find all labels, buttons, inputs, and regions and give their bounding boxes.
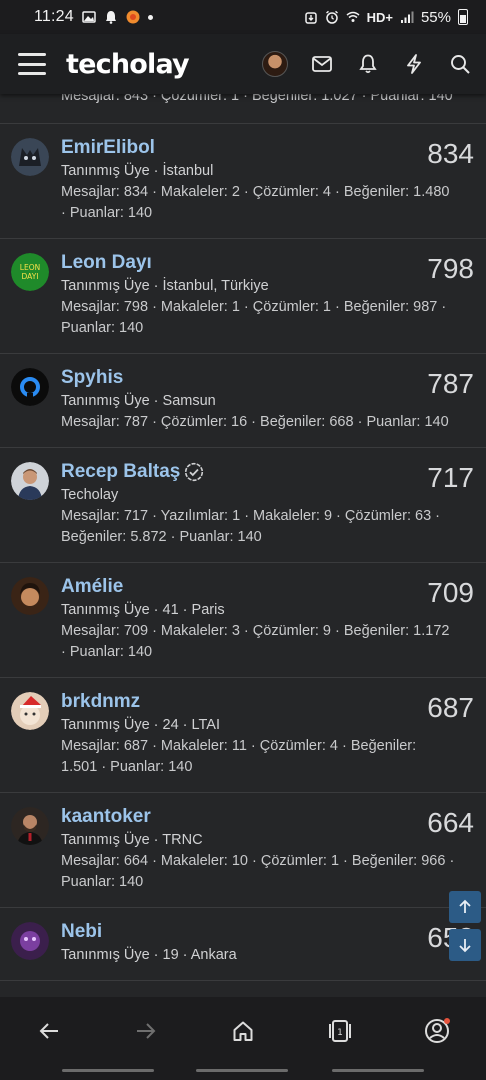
wifi-icon [346, 11, 360, 22]
member-score: 717 [427, 462, 474, 493]
member-avatar[interactable] [11, 138, 49, 176]
member-list[interactable]: Mesajlar: 843 · Çözümler: 1 · Beğeniler:… [0, 94, 486, 997]
member-name[interactable]: kaantoker [61, 805, 474, 829]
verified-badge-icon [185, 462, 204, 482]
app-header: techolay [0, 34, 486, 94]
member-row[interactable]: Amélie 709 Tanınmış Üye · 41 · Paris Mes… [0, 563, 486, 678]
svg-text:LEON: LEON [20, 263, 40, 272]
member-meta: Tanınmış Üye · 24 · LTAI [61, 717, 221, 733]
back-arrow-icon [39, 1023, 58, 1039]
svg-text:1: 1 [337, 1028, 343, 1038]
site-logo[interactable]: techolay [66, 49, 190, 80]
member-meta: Tanınmış Üye · 19 · Ankara [61, 947, 237, 963]
member-row[interactable]: EmirElibol 834 Tanınmış Üye · İstanbul M… [0, 124, 486, 239]
member-avatar[interactable]: LEON DAYI [11, 253, 49, 291]
alarm-icon [325, 10, 338, 24]
member-avatar[interactable] [11, 922, 49, 960]
status-time: 11:24 [34, 8, 74, 25]
tabs-button[interactable]: 1 [316, 1017, 364, 1045]
member-avatar[interactable] [11, 577, 49, 615]
member-score: 834 [427, 138, 474, 169]
signal-icon [400, 11, 414, 23]
arrow-up-icon [459, 899, 471, 913]
alerts-bell-icon[interactable] [356, 52, 380, 76]
member-avatar[interactable] [11, 462, 49, 500]
svg-text:DAYI: DAYI [22, 272, 39, 281]
forward-arrow-icon [136, 1023, 156, 1039]
member-meta: Tanınmış Üye · İstanbul [61, 163, 214, 179]
gesture-handle-left [62, 1069, 154, 1072]
member-meta: Tanınmış Üye · Samsun [61, 393, 216, 409]
member-avatar[interactable] [11, 368, 49, 406]
member-score: 687 [427, 692, 474, 723]
forward-button[interactable] [122, 1017, 170, 1045]
arrow-down-icon [459, 939, 471, 953]
whats-new-bolt-icon[interactable] [402, 52, 426, 76]
member-meta: Techolay [61, 487, 119, 503]
member-stats: Mesajlar: 664 · Makaleler: 10 · Çözümler… [61, 853, 455, 890]
member-avatar[interactable] [11, 692, 49, 730]
member-row[interactable]: Spyhis 787 Tanınmış Üye · Samsun Mesajla… [0, 354, 486, 448]
member-name[interactable]: brkdnmz [61, 690, 474, 714]
battery-percent: 55% [420, 8, 451, 26]
member-stats: Mesajlar: 787 · Çözümler: 16 · Beğeniler… [61, 414, 449, 430]
account-circle-icon [425, 1018, 451, 1043]
inbox-icon[interactable] [310, 52, 334, 76]
member-name-text[interactable]: Recep Baltaş [61, 460, 180, 484]
member-row[interactable]: Nebi 653 Tanınmış Üye · 19 · Ankara [0, 908, 486, 981]
gallery-icon [82, 11, 96, 23]
profile-menu-button[interactable] [413, 1017, 461, 1045]
member-stats: Mesajlar: 843 · Çözümler: 1 · Beğeniler:… [61, 94, 453, 104]
status-bar: 11:24 HD+ 55% [0, 0, 486, 34]
member-name[interactable]: Leon Dayı [61, 251, 474, 275]
member-meta: Tanınmış Üye · İstanbul, Türkiye [61, 278, 269, 294]
member-score: 664 [427, 807, 474, 838]
member-stats: Mesajlar: 717 · Yazılımlar: 1 · Makalele… [61, 508, 441, 545]
gesture-handle-center [196, 1069, 288, 1072]
member-row[interactable]: LEON DAYI Leon Dayı 798 Tanınmış Üye · İs… [0, 239, 486, 354]
network-type: HD+ [366, 9, 393, 25]
member-row[interactable]: Recep Baltaş 717 Techolay Mesajlar: 717 … [0, 448, 486, 563]
gesture-handle-right [332, 1069, 424, 1072]
battery-icon [458, 9, 468, 25]
member-name[interactable]: EmirElibol [61, 136, 474, 160]
home-button[interactable] [219, 1017, 267, 1045]
back-button[interactable] [25, 1017, 73, 1045]
member-stats: Mesajlar: 834 · Makaleler: 2 · Çözümler:… [61, 184, 450, 221]
member-meta: Tanınmış Üye · TRNC [61, 832, 203, 848]
data-saver-icon [304, 12, 317, 24]
member-meta: Tanınmış Üye · 41 · Paris [61, 602, 225, 618]
scroll-to-bottom-button[interactable] [449, 929, 481, 961]
home-icon [233, 1021, 253, 1041]
member-name[interactable]: Spyhis [61, 366, 474, 390]
search-icon[interactable] [448, 52, 472, 76]
browser-bottom-bar: 1 [0, 997, 486, 1080]
member-row[interactable]: brkdnmz 687 Tanınmış Üye · 24 · LTAI Mes… [0, 678, 486, 793]
scroll-to-top-button[interactable] [449, 891, 481, 923]
member-score: 709 [427, 577, 474, 608]
more-notifications-dot [147, 14, 153, 20]
user-avatar[interactable] [262, 51, 288, 77]
partial-member-row: Mesajlar: 843 · Çözümler: 1 · Beğeniler:… [0, 94, 486, 124]
menu-icon[interactable] [18, 53, 46, 75]
member-stats: Mesajlar: 687 · Makaleler: 11 · Çözümler… [61, 738, 417, 775]
member-name[interactable]: Nebi [61, 920, 474, 944]
notification-bell-icon [105, 11, 116, 24]
member-avatar[interactable] [11, 807, 49, 845]
member-name[interactable]: Recep Baltaş [61, 460, 474, 484]
member-score: 787 [427, 368, 474, 399]
app-notification-icon [126, 10, 140, 24]
member-score: 798 [427, 253, 474, 284]
member-name[interactable]: Amélie [61, 575, 474, 599]
member-stats: Mesajlar: 798 · Makaleler: 1 · Çözümler:… [61, 299, 447, 336]
member-row[interactable]: kaantoker 664 Tanınmış Üye · TRNC Mesajl… [0, 793, 486, 908]
member-stats: Mesajlar: 709 · Makaleler: 3 · Çözümler:… [61, 623, 450, 660]
tabs-icon: 1 [329, 1020, 352, 1042]
